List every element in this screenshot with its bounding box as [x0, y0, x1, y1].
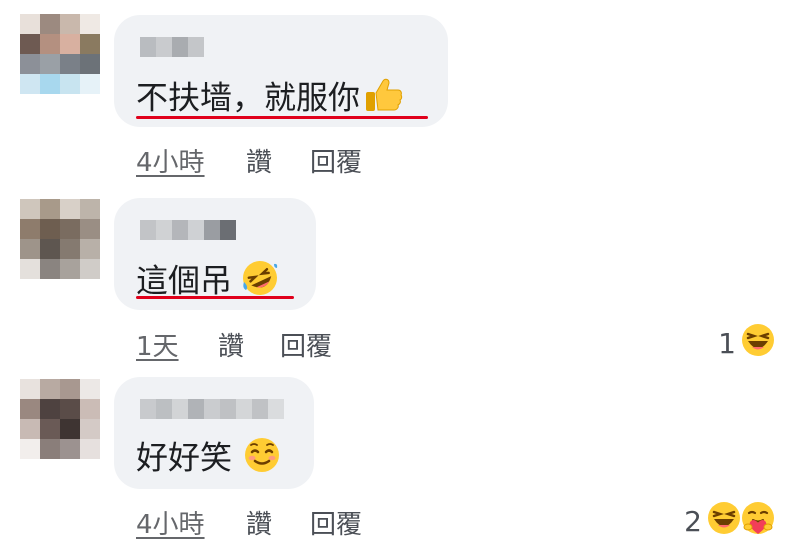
red-underline — [136, 296, 294, 299]
reaction-summary[interactable]: 2 — [684, 500, 776, 543]
red-underline — [136, 116, 428, 119]
comment-bubble: 不扶墙，就服你 — [114, 15, 448, 127]
avatar[interactable] — [20, 14, 100, 94]
rolling-laughing-icon — [240, 258, 280, 307]
reply-button[interactable]: 回覆 — [310, 504, 362, 541]
comment-text: 這個吊 — [136, 258, 280, 307]
comment-text-content: 好好笑 — [136, 438, 233, 477]
reply-button[interactable]: 回覆 — [280, 326, 332, 363]
comment-actions: 4小時 讚 回覆 — [136, 504, 362, 541]
comment-bubble: 這個吊 — [114, 198, 316, 310]
reply-button[interactable]: 回覆 — [310, 142, 362, 179]
like-button[interactable]: 讚 — [246, 504, 310, 541]
reaction-count: 2 — [684, 505, 702, 538]
comment-actions: 4小時 讚 回覆 — [136, 142, 362, 179]
author-name-blurred[interactable] — [140, 220, 236, 240]
timestamp-link[interactable]: 1天 — [136, 326, 218, 363]
haha-icon — [706, 500, 742, 543]
care-icon — [740, 500, 776, 543]
timestamp-link[interactable]: 4小時 — [136, 504, 246, 541]
reaction-summary[interactable]: 1 — [718, 322, 776, 365]
comment-bubble: 好好笑 — [114, 377, 314, 489]
author-name-blurred[interactable] — [140, 37, 204, 57]
timestamp-link[interactable]: 4小時 — [136, 142, 246, 179]
comment-actions: 1天 讚 回覆 — [136, 326, 332, 363]
comment-text: 好好笑 — [136, 435, 282, 484]
smiling-blush-icon — [242, 435, 282, 484]
like-button[interactable]: 讚 — [218, 326, 280, 363]
comment-text-content: 不扶墙，就服你 — [136, 78, 361, 117]
avatar[interactable] — [20, 379, 100, 459]
haha-icon — [740, 322, 776, 365]
author-name-blurred[interactable] — [140, 399, 284, 419]
avatar[interactable] — [20, 199, 100, 279]
reaction-count: 1 — [718, 327, 736, 360]
comment-text-content: 這個吊 — [136, 261, 233, 300]
like-button[interactable]: 讚 — [246, 142, 310, 179]
